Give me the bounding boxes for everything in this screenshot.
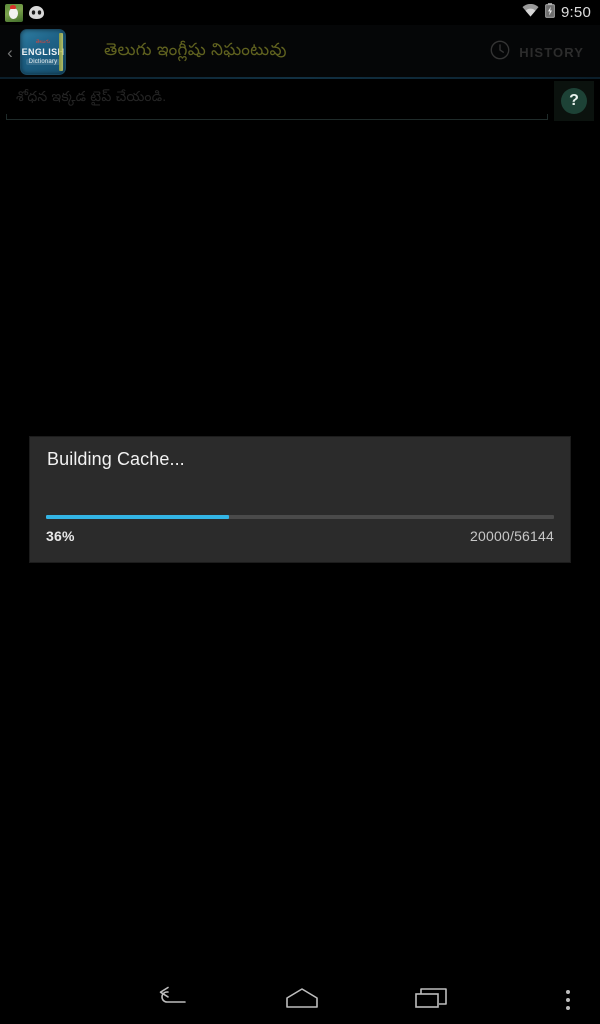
page-title: తెలుగు ఇంగ్లీషు నిఘంటువు [104,40,287,59]
back-button[interactable] [124,976,220,1024]
wifi-icon [522,3,539,22]
help-button[interactable]: ? [554,81,594,121]
overflow-menu-icon-dot [566,1006,570,1010]
search-input[interactable]: శోధన ఇక్కడ టైప్ చేయండి. [6,81,548,120]
recents-icon [415,987,449,1014]
overflow-menu-button[interactable] [546,976,590,1024]
back-icon [155,986,189,1015]
search-input-placeholder: శోధన ఇక్కడ టైప్ చేయండి. [16,88,167,104]
app-icon-dictionary-label: Dictionary [25,59,61,65]
progress-count-label: 20000/56144 [470,528,554,544]
book-spine-decoration [59,33,63,71]
home-icon [284,987,320,1014]
progress-bar [46,515,554,519]
search-row: శోధన ఇక్కడ టైప్ చేయండి. ? [0,81,600,123]
building-cache-dialog: Building Cache... 36% 20000/56144 [30,437,570,562]
recents-button[interactable] [384,976,480,1024]
status-bar-notifications [0,3,45,22]
search-input-underline [6,114,548,120]
progress-percent-label: 36% [46,528,75,544]
up-navigation-chevron-icon[interactable]: ‹ [0,44,18,61]
dialog-title: Building Cache... [47,449,185,469]
cyanogenmod-icon [28,5,45,20]
status-bar-clock: 9:50 [561,4,591,21]
navigation-bar [0,976,600,1024]
progress-bar-fill [46,515,229,519]
clock-icon [489,39,511,66]
history-button[interactable]: HISTORY [485,33,588,72]
help-question-icon: ? [561,88,587,114]
status-bar-system-icons: 9:50 [522,0,600,25]
action-bar: ‹ తెలుగు ENGLISH Dictionary తెలుగు ఇంగ్ల… [0,25,600,79]
status-bar[interactable]: 9:50 [0,0,600,25]
home-button[interactable] [254,976,350,1024]
overflow-menu-icon [566,990,570,994]
history-button-label: HISTORY [519,44,584,60]
dictionary-app-icon[interactable]: తెలుగు ENGLISH Dictionary [20,29,66,75]
app-icon-english-label: ENGLISH [21,47,65,57]
rooster-app-icon [5,3,23,22]
battery-charging-icon [545,2,555,23]
overflow-menu-icon-dot [566,998,570,1002]
app-icon-telugu-label: తెలుగు [35,39,51,45]
